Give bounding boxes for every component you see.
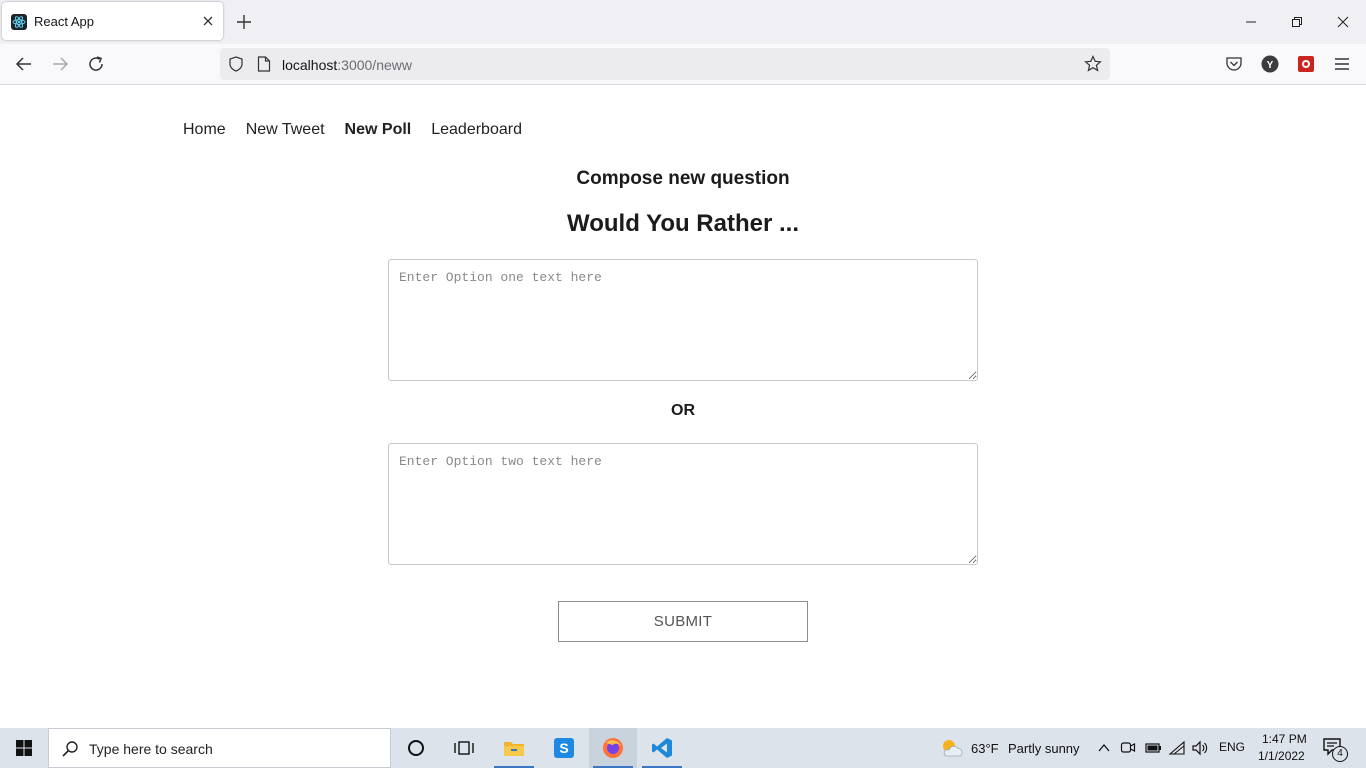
- weather-description[interactable]: Partly sunny: [1008, 741, 1080, 756]
- firefox-icon: [603, 738, 623, 758]
- vscode-icon: [652, 738, 672, 758]
- close-window-button[interactable]: [1320, 0, 1366, 44]
- new-tab-plus-icon[interactable]: [234, 12, 254, 32]
- task-view-button[interactable]: [440, 728, 488, 768]
- volume-icon[interactable]: [1191, 740, 1209, 756]
- shield-icon[interactable]: [228, 56, 244, 72]
- nav-link-new-poll[interactable]: New Poll: [345, 121, 412, 139]
- app-s-button[interactable]: S: [540, 728, 588, 768]
- minimize-icon: [1246, 21, 1256, 23]
- restore-window-button[interactable]: [1274, 0, 1320, 44]
- taskbar-search-box[interactable]: Type here to search: [48, 728, 391, 768]
- url-host: localhost: [282, 57, 338, 73]
- tab-title: React App: [34, 14, 94, 29]
- svg-text:S: S: [559, 740, 568, 756]
- arrow-right-icon: [53, 57, 69, 71]
- clock-date[interactable]: 1/1/2022: [1258, 749, 1305, 763]
- weather-temperature[interactable]: 63°F: [971, 741, 999, 756]
- vscode-button[interactable]: [638, 728, 686, 768]
- nav-link-home[interactable]: Home: [183, 121, 226, 139]
- pocket-icon: [1226, 57, 1242, 71]
- back-button[interactable]: [14, 54, 34, 74]
- start-button[interactable]: [0, 728, 48, 768]
- page-icon: [257, 56, 271, 72]
- windows-logo-icon: [16, 740, 32, 756]
- folder-icon: [504, 742, 524, 756]
- firefox-button[interactable]: [589, 728, 637, 768]
- close-icon: [1337, 16, 1349, 28]
- app-nav: Home New Tweet New Poll Leaderboard: [183, 121, 522, 139]
- cortana-button[interactable]: [392, 728, 440, 768]
- s-app-icon: S: [554, 738, 574, 758]
- task-view-icon: [454, 741, 474, 755]
- url-path: :3000/neww: [337, 57, 412, 73]
- search-placeholder: Type here to search: [89, 741, 213, 757]
- battery-icon[interactable]: [1144, 740, 1162, 756]
- weather-partly-sunny-icon[interactable]: [940, 738, 964, 758]
- submit-button[interactable]: SUBMIT: [558, 601, 808, 642]
- star-bookmark-icon[interactable]: [1084, 55, 1102, 73]
- extension-icon: [1298, 56, 1314, 72]
- option-one-textarea[interactable]: [388, 259, 978, 381]
- browser-tab[interactable]: React App: [2, 2, 223, 40]
- avatar-icon: Y: [1261, 55, 1279, 73]
- arrow-left-icon: [15, 57, 31, 71]
- compose-title: Compose new question: [576, 168, 790, 189]
- reload-button[interactable]: [86, 54, 106, 74]
- wifi-icon[interactable]: [1168, 740, 1186, 756]
- close-tab-icon[interactable]: [200, 13, 216, 29]
- page-content: Home New Tweet New Poll Leaderboard Comp…: [0, 85, 1366, 728]
- nav-link-new-tweet[interactable]: New Tweet: [246, 121, 325, 139]
- url-text[interactable]: localhost:3000/neww: [282, 57, 412, 73]
- hamburger-menu-icon: [1335, 58, 1349, 70]
- notification-center-button[interactable]: 4: [1322, 737, 1352, 762]
- browser-navbar: localhost:3000/neww Y: [0, 44, 1366, 85]
- chevron-up-icon[interactable]: [1097, 741, 1111, 755]
- or-label: OR: [671, 402, 695, 419]
- browser-tabstrip: React App: [0, 0, 1366, 44]
- notification-count-badge: 4: [1332, 746, 1348, 762]
- pocket-button[interactable]: [1224, 54, 1244, 74]
- forward-button[interactable]: [50, 54, 70, 74]
- url-bar[interactable]: localhost:3000/neww: [220, 48, 1110, 80]
- account-avatar-button[interactable]: Y: [1260, 54, 1280, 74]
- taskbar: Type here to search S 63°F Partly sunny …: [0, 728, 1366, 768]
- restore-icon: [1292, 17, 1302, 27]
- nav-link-leaderboard[interactable]: Leaderboard: [431, 121, 522, 139]
- react-logo-icon: [11, 14, 27, 30]
- would-you-rather-heading: Would You Rather ...: [566, 210, 799, 237]
- language-indicator[interactable]: ENG: [1219, 740, 1245, 754]
- search-icon: [62, 741, 78, 757]
- minimize-window-button[interactable]: [1228, 0, 1274, 44]
- meet-now-icon[interactable]: [1120, 740, 1136, 756]
- menu-button[interactable]: [1332, 54, 1352, 74]
- svg-text:Y: Y: [1267, 60, 1274, 71]
- option-two-textarea[interactable]: [388, 443, 978, 565]
- cortana-circle-icon: [408, 740, 424, 756]
- reload-icon: [89, 56, 103, 71]
- file-explorer-button[interactable]: [490, 728, 538, 768]
- extension-button[interactable]: [1296, 54, 1316, 74]
- clock-time[interactable]: 1:47 PM: [1262, 732, 1307, 746]
